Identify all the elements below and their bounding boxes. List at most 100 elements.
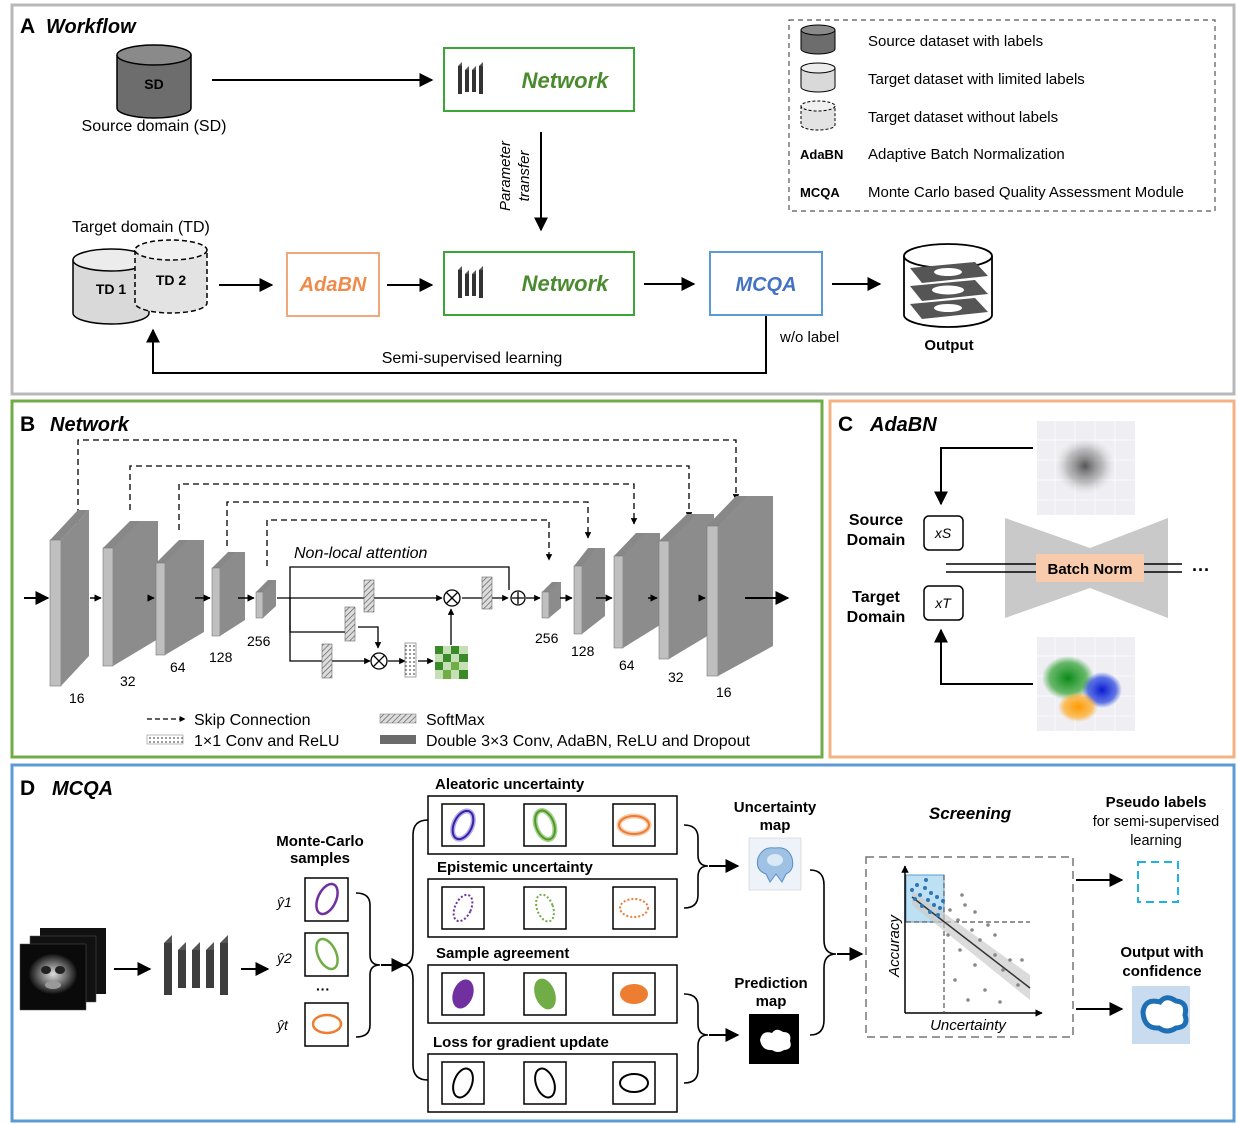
- non-local-label: Non-local attention: [294, 545, 428, 562]
- network-box-top: Network: [443, 47, 635, 112]
- pseudo-labels-line3: learning: [1130, 833, 1182, 849]
- legend-softmax: SoftMax: [426, 712, 485, 729]
- epistemic-row: [427, 878, 678, 938]
- agreement-label: Sample agreement: [436, 945, 569, 962]
- xs-label: xS: [934, 525, 952, 541]
- legend-mcqa-abbr: MCQA: [800, 185, 840, 200]
- source-domain-line1: Source: [849, 512, 903, 529]
- enc-ch-32: 32: [120, 673, 136, 689]
- uncertainty-axis-label: Uncertainty: [930, 1017, 1007, 1034]
- output-confidence-line1: Output with: [1120, 944, 1203, 961]
- td1-label: TD 1: [96, 281, 127, 297]
- mcqa-label: MCQA: [735, 274, 796, 296]
- output-confidence-line2: confidence: [1122, 963, 1201, 980]
- enc-ch-16: 16: [69, 690, 85, 706]
- td2-cylinder: TD 2: [134, 239, 208, 314]
- legend-without-cylinder: [800, 100, 836, 131]
- prediction-map-line1: Prediction: [734, 975, 807, 992]
- enc-block-16: [49, 510, 89, 687]
- accuracy-axis-label: Accuracy: [886, 914, 903, 978]
- aleatoric-row: [427, 795, 678, 855]
- sample-y2-label: ŷ2: [276, 950, 292, 966]
- source-scatter-plot: [1037, 421, 1135, 515]
- uncertainty-map-line2: map: [760, 817, 791, 834]
- dec-ch-128: 128: [571, 643, 595, 659]
- legend-source-cylinder: [800, 24, 836, 55]
- mc-samples-line2: samples: [290, 850, 350, 867]
- agreement-row: [427, 964, 678, 1024]
- epistemic-label: Epistemic uncertainty: [437, 859, 594, 876]
- attention-matrix: [435, 646, 468, 679]
- legend-limited-text: Target dataset with limited labels: [868, 71, 1085, 88]
- sd-label: SD: [144, 76, 163, 92]
- dec-ch-64: 64: [619, 657, 635, 673]
- dec-ch-16: 16: [716, 684, 732, 700]
- enc-ch-64: 64: [170, 659, 186, 675]
- panel-c: C AdaBN Source Domain Target Domain xS x…: [828, 399, 1236, 759]
- pseudo-labels-line2: for semi-supervised: [1093, 814, 1220, 830]
- loss-row: [427, 1053, 678, 1113]
- network-label-top: Network: [522, 68, 611, 93]
- source-domain-cylinder: SD: [116, 44, 192, 119]
- output-confidence-image: [1132, 986, 1190, 1044]
- xt-label: xT: [934, 595, 952, 611]
- dec-ch-32: 32: [668, 669, 684, 685]
- source-domain-label: Source domain (SD): [82, 118, 227, 135]
- panel-b: B Network Non-local attention 16 32 64 1…: [10, 399, 824, 759]
- multiply-op-1: [443, 589, 461, 607]
- output-label: Output: [924, 337, 973, 354]
- softmax-block-1: [363, 579, 375, 613]
- target-scatter-plot: [1037, 637, 1135, 731]
- enc-ch-256: 256: [247, 633, 271, 649]
- multiply-op-2: [370, 652, 388, 670]
- panel-d: D MCQA Monte-Carlo samples ŷ1 ŷ2 ··· ŷt …: [10, 763, 1236, 1123]
- panel-c-letter: C: [838, 413, 853, 436]
- network-label-bottom: Network: [522, 271, 611, 296]
- panel-a-title: Workflow: [46, 16, 137, 38]
- target-domain-line1: Target: [852, 589, 900, 606]
- panel-d-title: MCQA: [52, 778, 113, 800]
- dec-block-16: [706, 496, 773, 677]
- target-domain-label: Target domain (TD): [72, 219, 210, 236]
- prediction-map-line2: map: [756, 993, 787, 1010]
- legend-limited-cylinder: [800, 62, 836, 93]
- sample-y1-label: ŷ1: [276, 894, 292, 910]
- legend-skip: Skip Connection: [194, 712, 311, 729]
- legend-without-text: Target dataset without labels: [868, 109, 1058, 126]
- softmax-block-3: [321, 643, 333, 679]
- pseudo-label-box: [1137, 861, 1179, 903]
- legend-conv1: 1×1 Conv and ReLU: [194, 733, 339, 750]
- dec-ch-256: 256: [535, 630, 559, 646]
- panel-a-letter: A: [20, 15, 35, 38]
- figure-canvas: A Workflow SD Source domain (SD) Network…: [10, 3, 1236, 1123]
- panel-a: A Workflow SD Source domain (SD) Network…: [10, 3, 1236, 396]
- aleatoric-label: Aleatoric uncertainty: [435, 776, 585, 793]
- panel-d-letter: D: [20, 777, 35, 800]
- parameter-transfer-line2: transfer: [516, 150, 533, 202]
- batch-norm-ellipsis: ···: [1192, 560, 1210, 580]
- legend-box: Source dataset with labels Target datase…: [788, 19, 1216, 212]
- source-domain-line2: Domain: [847, 532, 906, 549]
- legend-adabn-full: Adaptive Batch Normalization: [868, 146, 1065, 163]
- softmax-block-4: [481, 576, 493, 610]
- network-box-bottom: Network: [443, 251, 635, 316]
- uncertainty-map-image: [748, 837, 802, 891]
- mc-samples-line1: Monte-Carlo: [276, 833, 364, 850]
- loss-label: Loss for gradient update: [433, 1034, 609, 1051]
- legend-double: Double 3×3 Conv, AdaBN, ReLU and Dropout: [426, 733, 750, 750]
- sample-dots: ···: [316, 981, 330, 997]
- enc-ch-128: 128: [209, 649, 233, 665]
- add-op: [510, 590, 526, 606]
- td2-label: TD 2: [156, 272, 187, 288]
- panel-b-letter: B: [20, 413, 35, 436]
- mri-image-stack: [19, 928, 106, 1011]
- semi-supervised-label: Semi-supervised learning: [382, 350, 563, 367]
- prediction-map-image: [749, 1014, 799, 1064]
- panel-c-title: AdaBN: [869, 414, 937, 436]
- screening-label: Screening: [929, 804, 1012, 823]
- output-cylinder: [903, 243, 993, 328]
- parameter-transfer-line1: Parameter: [497, 140, 514, 211]
- panel-b-title: Network: [50, 414, 130, 436]
- screening-plot: Accuracy Uncertainty: [865, 856, 1074, 1038]
- conv1x1-block: [404, 642, 417, 678]
